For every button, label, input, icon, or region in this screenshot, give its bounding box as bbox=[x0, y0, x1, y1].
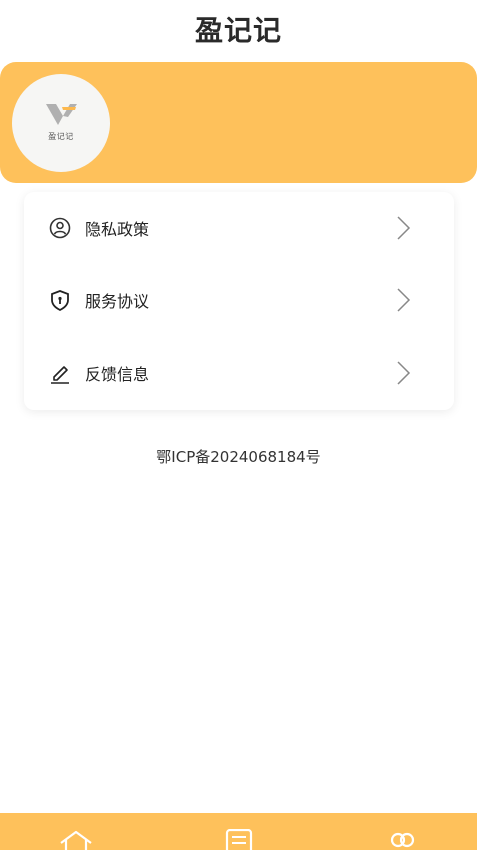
menu-item-label: 反馈信息 bbox=[85, 365, 150, 384]
chevron-right-icon bbox=[397, 288, 411, 312]
menu-card: 隐私政策 服务协议 反馈信息 bbox=[24, 192, 454, 410]
tab-profile[interactable] bbox=[384, 829, 420, 850]
icp-record: 鄂ICP备2024068184号 bbox=[156, 448, 321, 466]
shield-icon bbox=[48, 288, 72, 312]
profile-banner: 盈记记 bbox=[0, 62, 477, 183]
app-screen: 盈记记 盈记记 隐私政策 服务协议 反馈信息 鄂ICP备2024068184号 bbox=[0, 0, 477, 850]
menu-item-service-agreement[interactable]: 服务协议 bbox=[24, 270, 454, 330]
menu-item-feedback[interactable]: 反馈信息 bbox=[24, 343, 454, 403]
page-title: 盈记记 bbox=[194, 14, 282, 47]
edit-icon bbox=[48, 361, 72, 385]
logo-text: 盈记记 bbox=[48, 131, 74, 141]
menu-item-label: 服务协议 bbox=[85, 292, 150, 311]
logo-mark-icon bbox=[46, 103, 77, 125]
user-icon bbox=[390, 832, 415, 848]
chevron-right-icon bbox=[397, 361, 411, 385]
app-logo: 盈记记 bbox=[12, 74, 110, 172]
bottom-tab-bar bbox=[0, 813, 477, 850]
user-circle-icon bbox=[48, 216, 72, 240]
title-bar: 盈记记 bbox=[0, 0, 477, 58]
tab-home[interactable] bbox=[58, 829, 94, 850]
chevron-right-icon bbox=[397, 216, 411, 240]
home-icon bbox=[60, 830, 92, 850]
menu-item-label: 隐私政策 bbox=[85, 220, 150, 239]
menu-item-privacy-policy[interactable]: 隐私政策 bbox=[24, 198, 454, 258]
tab-list[interactable] bbox=[221, 828, 257, 850]
list-icon bbox=[225, 828, 253, 850]
